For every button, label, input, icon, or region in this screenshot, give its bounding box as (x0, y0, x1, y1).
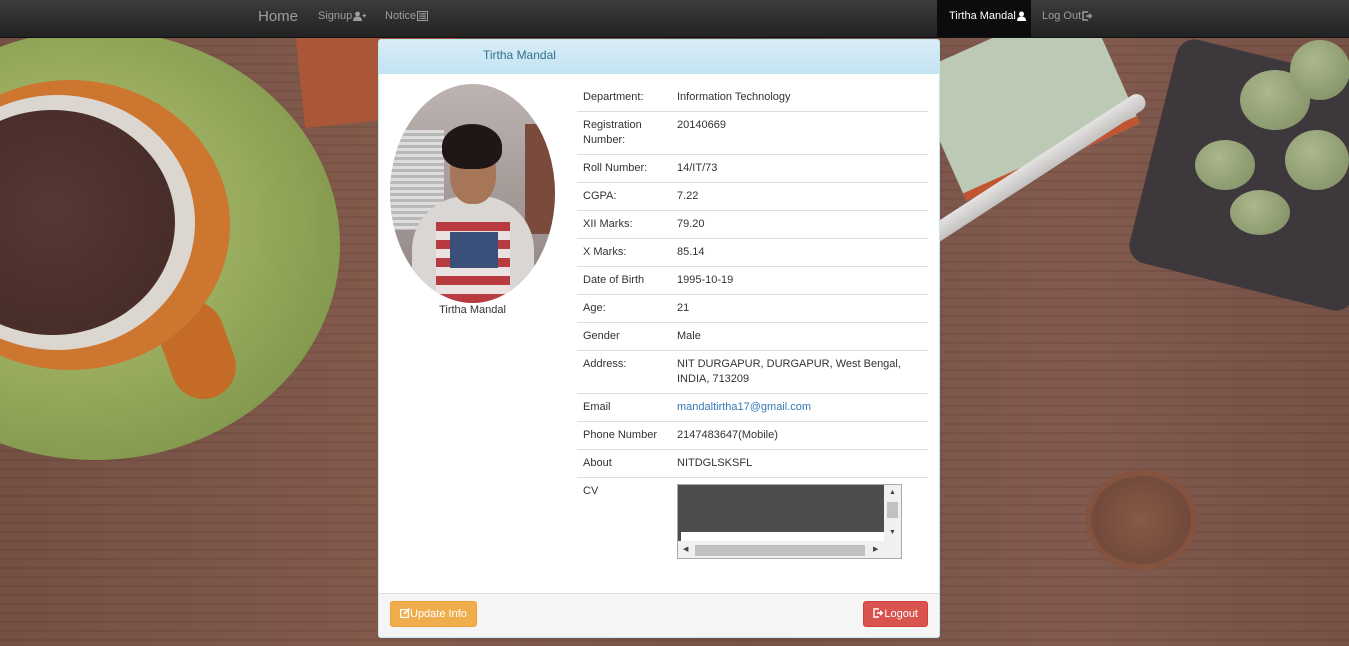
logout-icon (1082, 11, 1093, 21)
xii-marks-label: XII Marks: (577, 210, 671, 239)
xii-marks-value: 79.20 (671, 210, 928, 239)
gender-value: Male (671, 322, 928, 351)
table-row: Department: Information Technology (577, 84, 928, 112)
cgpa-value: 7.22 (671, 182, 928, 211)
address-label: Address: (577, 350, 671, 394)
cv-cell: ▲ ▼ ◀ ▶ (671, 477, 928, 565)
logout-label: Logout (884, 608, 918, 620)
user-icon (1016, 11, 1026, 22)
about-label: About (577, 449, 671, 478)
photo-door (525, 124, 555, 234)
table-row: XII Marks: 79.20 (577, 210, 928, 239)
x-marks-label: X Marks: (577, 238, 671, 267)
panel-footer: Update Info Logout (379, 593, 939, 637)
photo-hair (442, 124, 502, 169)
nav-logout-label: Log Out (1042, 10, 1082, 22)
list-icon (417, 11, 429, 22)
nav-signup-label: Signup (318, 10, 353, 22)
registration-value: 20140669 (671, 111, 928, 155)
email-cell: mandaltirtha17@gmail.com (671, 393, 928, 422)
cv-horizontal-scroll-thumb[interactable] (695, 545, 865, 556)
table-row: Registration Number: 20140669 (577, 111, 928, 155)
cv-horizontal-scrollbar[interactable]: ◀ ▶ (678, 541, 885, 558)
update-info-label: Update Info (410, 608, 467, 620)
nav-signup-link[interactable]: Signup (318, 0, 367, 37)
email-label: Email (577, 393, 671, 422)
gender-label: Gender (577, 322, 671, 351)
add-user-icon (353, 11, 367, 22)
phone-value: 2147483647(Mobile) (671, 421, 928, 450)
table-row: About NITDGLSKSFL (577, 449, 928, 478)
table-row: Gender Male (577, 322, 928, 351)
email-link[interactable]: mandaltirtha17@gmail.com (677, 401, 811, 413)
age-value: 21 (671, 294, 928, 323)
logout-icon (873, 608, 884, 618)
nav-user-link[interactable]: Tirtha Mandal (937, 0, 1031, 37)
nav-home-link[interactable]: Home (258, 0, 298, 37)
table-row: Address: NIT DURGAPUR, DURGAPUR, West Be… (577, 350, 928, 394)
registration-label: Registration Number: (577, 111, 671, 155)
scroll-right-arrow-icon[interactable]: ▶ (873, 546, 878, 553)
cv-vertical-scrollbar[interactable]: ▲ ▼ (884, 485, 901, 542)
update-info-button[interactable]: Update Info (390, 601, 477, 627)
phone-label: Phone Number (577, 421, 671, 450)
profile-panel: Tirtha Mandal Tirtha Mandal Department: … (378, 39, 940, 638)
table-row: Phone Number 2147483647(Mobile) (577, 421, 928, 450)
cgpa-label: CGPA: (577, 182, 671, 211)
scroll-down-arrow-icon[interactable]: ▼ (889, 529, 896, 536)
nav-user-label: Tirtha Mandal (949, 10, 1016, 22)
department-value: Information Technology (677, 91, 791, 103)
profile-photo (390, 84, 555, 303)
about-value: NITDGLSKSFL (671, 449, 928, 478)
profile-details-table: Department: Information Technology Regis… (577, 84, 928, 565)
department-label: Department: (583, 91, 644, 103)
dob-value: 1995-10-19 (671, 266, 928, 295)
cv-document-preview (678, 485, 885, 542)
x-marks-value: 85.14 (671, 238, 928, 267)
scroll-up-arrow-icon[interactable]: ▲ (889, 489, 896, 496)
edit-icon (400, 608, 410, 619)
logout-button[interactable]: Logout (863, 601, 928, 627)
cv-vertical-scroll-thumb[interactable] (887, 502, 898, 518)
table-row: X Marks: 85.14 (577, 238, 928, 267)
table-row: Roll Number: 14/IT/73 (577, 154, 928, 183)
table-row: Date of Birth 1995-10-19 (577, 266, 928, 295)
photo-shirt-stars (450, 232, 498, 268)
roll-value: 14/IT/73 (671, 154, 928, 183)
profile-name-caption: Tirtha Mandal (439, 304, 506, 316)
dob-label: Date of Birth (577, 266, 671, 295)
roll-label: Roll Number: (577, 154, 671, 183)
top-navbar: Home Signup Notice Tirtha Mandal Log Out (0, 0, 1349, 38)
table-row: CGPA: 7.22 (577, 182, 928, 211)
table-row: CV ▲ ▼ ◀ ▶ (577, 477, 928, 565)
panel-title: Tirtha Mandal (379, 40, 939, 74)
nav-logout-link[interactable]: Log Out (1042, 0, 1093, 37)
cv-label: CV (577, 477, 671, 565)
nav-notice-link[interactable]: Notice (385, 0, 429, 37)
table-row: Age: 21 (577, 294, 928, 323)
cv-viewer-frame[interactable]: ▲ ▼ ◀ ▶ (677, 484, 902, 559)
scroll-left-arrow-icon[interactable]: ◀ (683, 546, 688, 553)
table-row: Email mandaltirtha17@gmail.com (577, 393, 928, 422)
address-value: NIT DURGAPUR, DURGAPUR, West Bengal, IND… (671, 350, 928, 394)
age-label: Age: (577, 294, 671, 323)
nav-notice-label: Notice (385, 10, 417, 22)
